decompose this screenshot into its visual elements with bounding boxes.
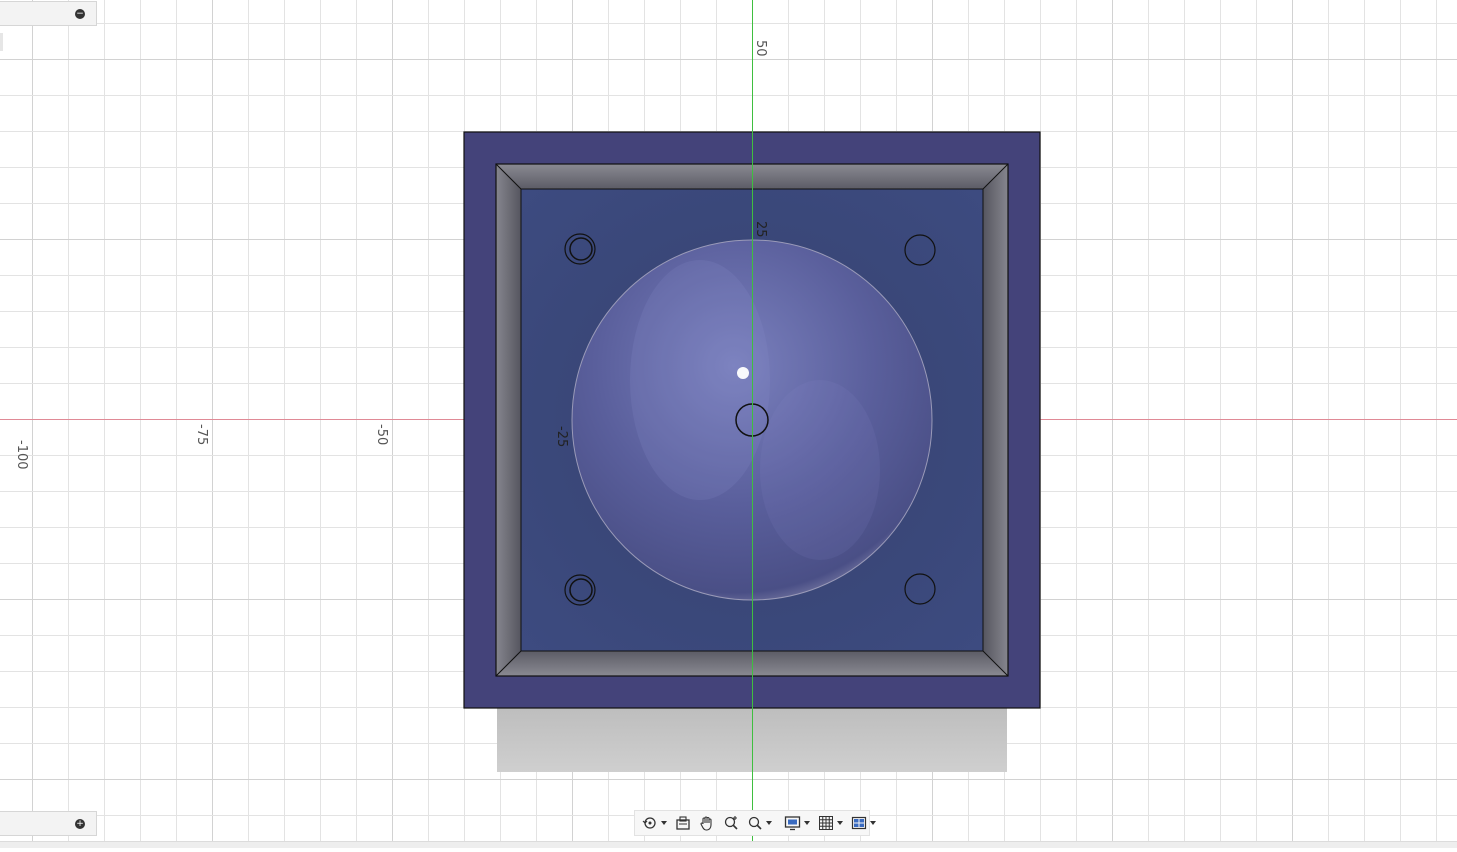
comments-panel-tab[interactable]: + [0,811,97,836]
orbit-button[interactable] [639,812,670,834]
zoom-window-icon [724,816,738,830]
browser-panel-tab[interactable]: − [0,1,97,26]
specular-highlight [737,367,749,379]
orbit-icon [642,817,656,829]
look-at-button[interactable] [672,812,694,834]
display-settings-button[interactable] [781,812,813,834]
viewports-button[interactable] [848,812,879,834]
panel-stub [0,33,3,51]
display-settings-icon [784,816,801,831]
inner-wall-left [496,164,521,676]
zoom-window-button[interactable] [720,812,742,834]
inner-wall-right [983,164,1008,676]
status-bar [0,841,1457,848]
grid-icon [819,816,833,830]
x-tick-label-minus-100: -100 [14,440,29,470]
design-canvas[interactable]: -100 -75 -50 50 25 -25 [0,0,1457,848]
pan-button[interactable] [696,812,718,834]
minus-icon[interactable]: − [75,9,85,19]
navigation-toolbar [634,810,876,836]
x-tick-label-minus-50: -50 [374,424,389,445]
grid-settings-button[interactable] [815,812,846,834]
x-tick-label-minus-25: -25 [554,426,569,447]
x-tick-label-minus-75: -75 [194,424,209,445]
zoom-icon [748,816,762,830]
y-tick-label-25: 25 [753,221,768,238]
plus-icon[interactable]: + [75,819,85,829]
canvas-viewport[interactable]: -100 -75 -50 50 25 -25 [0,0,1457,848]
viewports-icon [851,816,867,830]
y-tick-label-50: 50 [753,40,768,57]
pan-icon [700,816,712,831]
zoom-button[interactable] [744,812,775,834]
look-at-icon [676,816,690,830]
